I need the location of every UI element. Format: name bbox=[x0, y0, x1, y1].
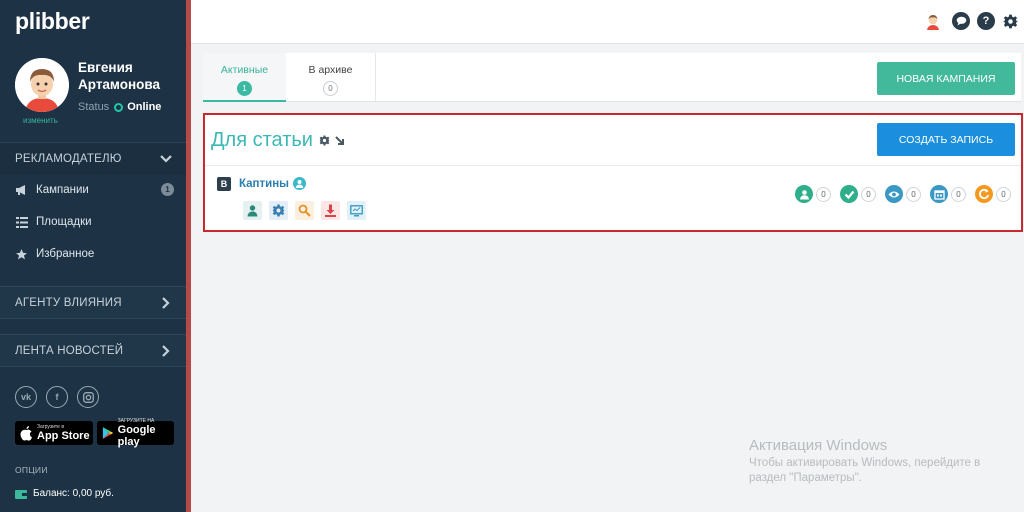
app-logo[interactable]: plibber bbox=[15, 8, 90, 35]
windows-activation-title: Активация Windows bbox=[749, 437, 888, 454]
star-icon bbox=[15, 248, 28, 261]
search-icon[interactable] bbox=[295, 201, 314, 220]
vk-network-icon: В bbox=[217, 177, 231, 191]
balance-value: Баланс: 0,00 руб. bbox=[33, 488, 114, 499]
settings-icon[interactable] bbox=[319, 135, 330, 146]
stat-views[interactable]: 0 bbox=[885, 185, 921, 203]
instagram-icon[interactable] bbox=[77, 386, 99, 408]
avatar-icon[interactable] bbox=[924, 12, 942, 30]
user-name: Евгения Артамонова bbox=[78, 60, 161, 92]
play-store-icon bbox=[102, 427, 114, 439]
tab-archive[interactable]: В архиве 0 bbox=[286, 53, 376, 102]
status-label: Status bbox=[78, 101, 110, 113]
facebook-icon[interactable]: f bbox=[46, 386, 68, 408]
section-advertiser-label: РЕКЛАМОДАТЕЛЮ bbox=[15, 153, 122, 165]
stat-count: 0 bbox=[996, 186, 1011, 202]
google-play-button[interactable]: ЗАГРУЗИТЕ НА Google play bbox=[97, 418, 174, 448]
gear-icon[interactable] bbox=[1001, 12, 1019, 30]
user-icon bbox=[292, 177, 306, 190]
stat-pending[interactable]: 0 bbox=[975, 185, 1011, 203]
section-news[interactable]: ЛЕНТА НОВОСТЕЙ bbox=[0, 334, 186, 367]
chevron-right-icon bbox=[162, 297, 170, 309]
campaigns-count-badge: 1 bbox=[161, 183, 174, 196]
section-agent-label: АГЕНТУ ВЛИЯНИЯ bbox=[15, 296, 122, 309]
tab-label: Активные bbox=[220, 64, 269, 76]
channel-name[interactable]: Каптины bbox=[239, 178, 289, 190]
apple-icon bbox=[20, 425, 32, 441]
monitor-icon[interactable] bbox=[347, 201, 366, 220]
avatar[interactable] bbox=[15, 58, 69, 112]
person-icon[interactable] bbox=[243, 201, 262, 220]
section-agent[interactable]: АГЕНТУ ВЛИЯНИЯ bbox=[0, 286, 186, 319]
sidebar-edge bbox=[186, 0, 191, 512]
online-status-icon bbox=[114, 102, 124, 112]
campaign-title-row: Для статьи bbox=[211, 129, 345, 152]
help-icon[interactable]: ? bbox=[977, 12, 995, 30]
megaphone-icon bbox=[15, 184, 28, 197]
sidebar: plibber изменить Евгения Артамонова Stat… bbox=[0, 0, 186, 512]
campaign-tabs-panel: Активные 1 В архиве 0 НОВАЯ КАМПАНИЯ bbox=[203, 53, 1021, 102]
user-icon bbox=[795, 185, 813, 203]
stat-count: 0 bbox=[951, 186, 966, 202]
check-icon bbox=[840, 185, 858, 203]
sidebar-item-label: Избранное bbox=[36, 248, 95, 260]
stat-count: 0 bbox=[861, 186, 876, 202]
tab-count-badge: 0 bbox=[323, 81, 338, 96]
expand-arrow-icon[interactable] bbox=[335, 135, 345, 146]
tab-label: В архиве bbox=[308, 64, 353, 76]
tab-count-badge: 1 bbox=[237, 81, 252, 96]
app-store-big: App Store bbox=[37, 430, 90, 442]
sidebar-item-label: Кампании bbox=[36, 184, 89, 196]
list-icon bbox=[15, 216, 28, 229]
vk-icon[interactable]: vk bbox=[15, 386, 37, 408]
chevron-down-icon bbox=[160, 155, 172, 163]
sidebar-item-campaigns[interactable]: Кампании 1 bbox=[15, 180, 180, 200]
channel-row[interactable]: Каптины bbox=[239, 177, 306, 190]
stat-scheduled[interactable]: 0 bbox=[930, 185, 966, 203]
section-advertiser[interactable]: РЕКЛАМОДАТЕЛЮ bbox=[0, 142, 186, 175]
section-news-label: ЛЕНТА НОВОСТЕЙ bbox=[15, 344, 124, 357]
campaign-title[interactable]: Для статьи bbox=[211, 129, 313, 152]
options-label: ОПЦИИ bbox=[15, 465, 48, 475]
balance[interactable]: Баланс: 0,00 руб. bbox=[15, 488, 114, 499]
app-store-button[interactable]: Загрузите в App Store bbox=[15, 421, 93, 445]
sidebar-item-label: Площадки bbox=[36, 216, 92, 228]
chevron-right-icon bbox=[162, 345, 170, 357]
create-post-button[interactable]: СОЗДАТЬ ЗАПИСЬ bbox=[877, 123, 1015, 156]
campaign-stats: 0 0 0 0 0 bbox=[795, 185, 1011, 203]
refresh-icon bbox=[975, 185, 993, 203]
campaign-card: Для статьи СОЗДАТЬ ЗАПИСЬ В Каптины 0 0 … bbox=[203, 113, 1023, 232]
stat-users[interactable]: 0 bbox=[795, 185, 831, 203]
card-divider bbox=[205, 165, 1021, 166]
chat-icon[interactable] bbox=[952, 12, 970, 30]
stat-count: 0 bbox=[906, 186, 921, 202]
stat-count: 0 bbox=[816, 186, 831, 202]
wallet-icon bbox=[15, 489, 27, 499]
status-row: Status Online bbox=[78, 101, 161, 113]
sidebar-item-favorites[interactable]: Избранное bbox=[15, 244, 180, 264]
sidebar-item-platforms[interactable]: Площадки bbox=[15, 212, 180, 232]
top-bar: ? bbox=[191, 0, 1024, 44]
channel-actions bbox=[243, 201, 366, 220]
download-icon[interactable] bbox=[321, 201, 340, 220]
eye-icon bbox=[885, 185, 903, 203]
gear-icon[interactable] bbox=[269, 201, 288, 220]
windows-activation-text: Чтобы активировать Windows, перейдите в … bbox=[749, 457, 981, 484]
calendar-icon bbox=[930, 185, 948, 203]
tab-active[interactable]: Активные 1 bbox=[203, 53, 286, 102]
google-play-big: Google play bbox=[117, 424, 156, 448]
change-avatar-link[interactable]: изменить bbox=[23, 116, 58, 125]
new-campaign-button[interactable]: НОВАЯ КАМПАНИЯ bbox=[877, 62, 1015, 95]
status-value: Online bbox=[127, 101, 162, 113]
stat-approved[interactable]: 0 bbox=[840, 185, 876, 203]
